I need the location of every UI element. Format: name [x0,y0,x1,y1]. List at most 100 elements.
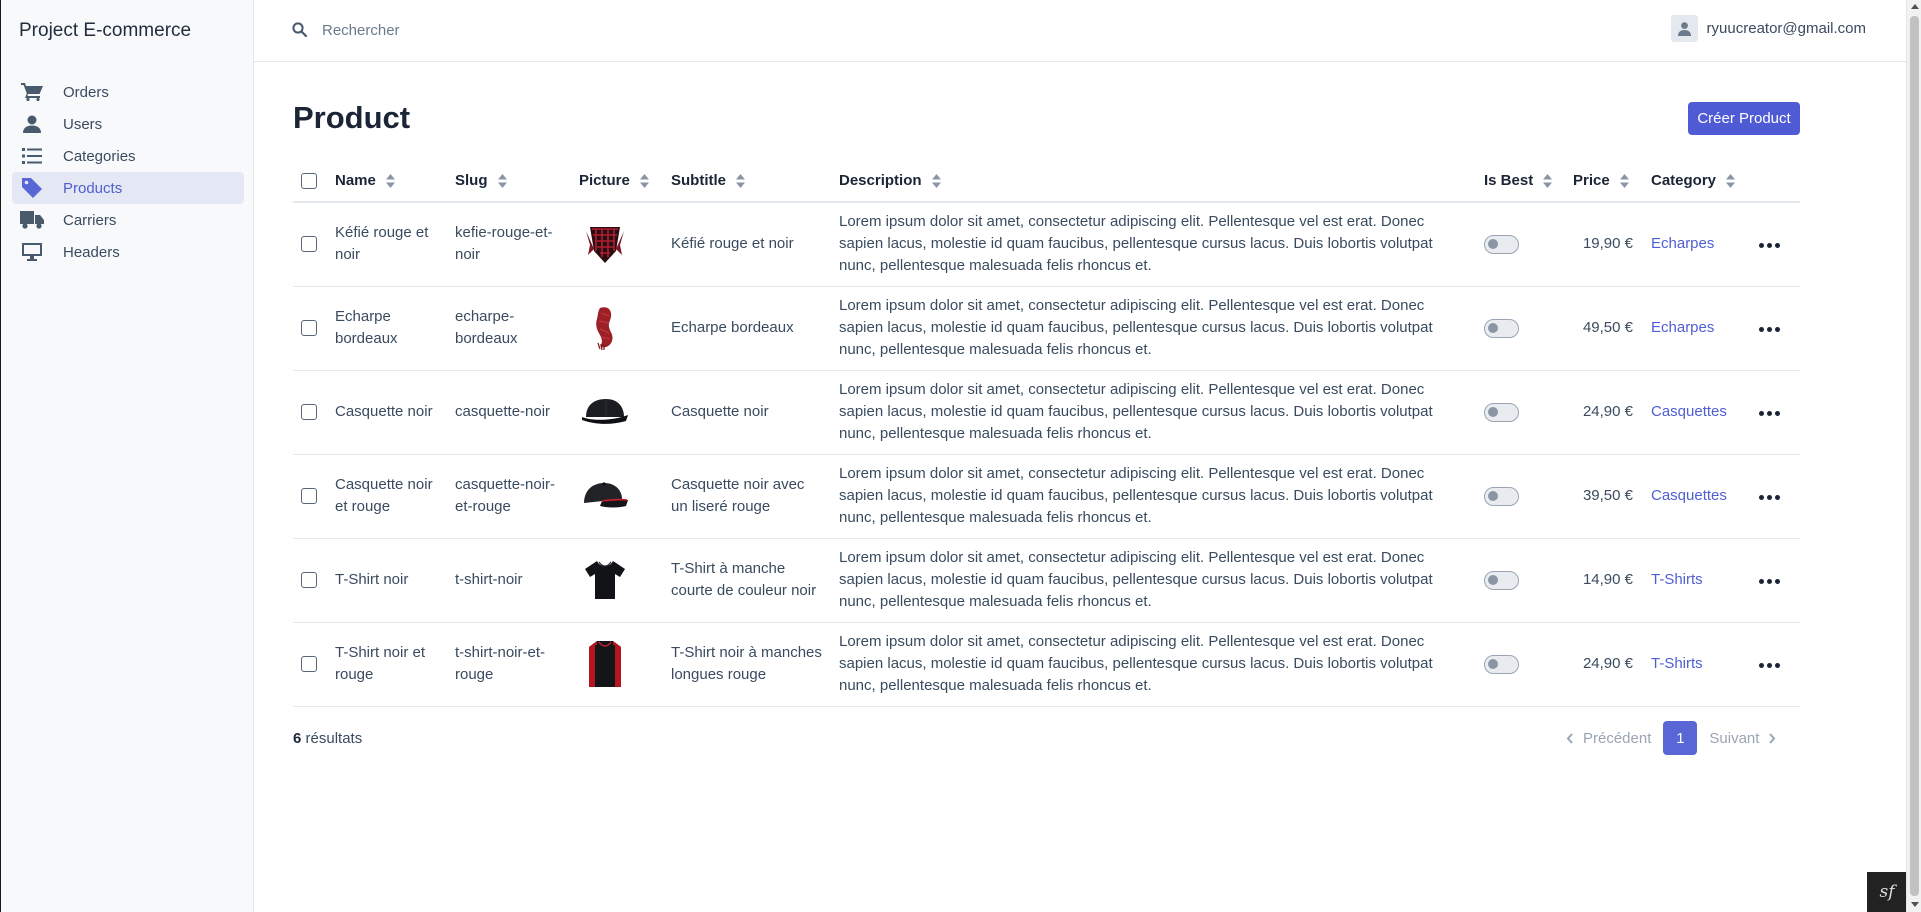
product-description: Lorem ipsum dolor sit amet, consectetur … [839,297,1433,358]
sidebar-item-orders[interactable]: Orders [12,76,244,108]
product-slug: casquette-noir [455,403,551,420]
is-best-toggle[interactable] [1484,570,1519,590]
row-checkbox[interactable] [301,320,317,337]
keffiyeh-image[interactable] [579,218,631,270]
product-name: Echarpe bordeaux [335,308,398,347]
sidebar-item-label: Headers [63,243,120,261]
search-icon [292,22,308,42]
product-price: 39,50 € [1582,487,1633,504]
product-slug: echarpe-bordeaux [455,308,518,347]
sort-icon [497,174,507,189]
product-name: Kéfié rouge et noir [335,224,429,264]
column-header-category[interactable]: Category [1651,160,1759,203]
sort-icon [1619,174,1629,189]
cap-black-image[interactable] [579,386,631,438]
table-row: T-Shirt noir t-shirt-noir T-Shirt à manc… [293,538,1800,623]
sidebar-item-categories[interactable]: Categories [12,140,244,172]
scarf-image[interactable] [579,302,631,354]
row-actions-button[interactable] [1759,327,1780,332]
product-price: 14,90 € [1582,571,1633,588]
scroll-up-arrow-icon[interactable] [1911,4,1919,9]
row-actions-button[interactable] [1759,243,1780,249]
product-subtitle: T-Shirt noir à manches longues rouge [671,644,822,683]
app-title[interactable]: Project E-commerce [19,20,191,42]
product-name: Casquette noir et rouge [335,476,433,515]
row-actions-button[interactable] [1759,663,1780,668]
page-title: Product [293,100,411,135]
sidebar-item-headers[interactable]: Headers [12,236,244,268]
previous-page-button[interactable]: Précédent [1566,730,1651,747]
table-row: Casquette noir et rouge casquette-noir-e… [293,454,1800,539]
row-checkbox[interactable] [301,572,317,589]
product-price: 24,90 € [1582,403,1633,420]
search-input[interactable] [320,16,720,44]
row-checkbox[interactable] [301,404,317,421]
row-actions-button[interactable] [1759,579,1780,584]
product-category-link[interactable]: Echarpes [1651,235,1714,252]
scroll-down-arrow-icon[interactable] [1911,902,1919,907]
product-subtitle: T-Shirt à manche courte de couleur noir [671,560,817,599]
row-actions-button[interactable] [1759,411,1780,416]
product-category-link[interactable]: T-Shirts [1651,655,1703,672]
create-product-button[interactable]: Créer Product [1688,102,1800,135]
longsleeve-black-red-image[interactable] [579,638,631,690]
avatar[interactable] [1670,15,1698,42]
page-button-current[interactable]: 1 [1663,721,1698,755]
product-category-link[interactable]: Casquettes [1651,487,1727,504]
is-best-toggle[interactable] [1484,486,1519,506]
product-slug: casquette-noir-et-rouge [455,476,556,515]
sidebar-item-products[interactable]: Products [12,172,244,204]
is-best-toggle[interactable] [1484,234,1519,254]
sidebar-item-label: Categories [63,147,136,165]
select-all-checkbox[interactable] [301,173,317,190]
column-header-price[interactable]: Price [1573,160,1651,203]
next-page-button[interactable]: Suivant [1709,730,1776,747]
product-name: T-Shirt noir [335,571,409,588]
column-header-slug[interactable]: Slug [455,160,579,203]
is-best-toggle[interactable] [1484,318,1519,338]
is-best-toggle[interactable] [1484,654,1519,674]
product-price: 49,50 € [1582,319,1633,336]
table-row: Kéfié rouge et noir kefie-rouge-et-noir … [293,202,1800,287]
sidebar-item-users[interactable]: Users [12,108,244,140]
sort-icon [639,174,649,189]
product-description: Lorem ipsum dolor sit amet, consectetur … [839,633,1433,694]
product-subtitle: Echarpe bordeaux [671,319,794,336]
column-header-subtitle[interactable]: Subtitle [671,160,839,203]
symfony-toolbar-icon[interactable]: sf [1867,872,1907,912]
user-menu[interactable]: ryuucreator@gmail.com [1670,15,1866,42]
product-slug: t-shirt-noir [455,571,523,588]
row-checkbox[interactable] [301,488,317,505]
product-slug: kefie-rouge-et-noir [455,224,553,264]
cap-black-red-image[interactable] [579,470,631,522]
product-category-link[interactable]: Echarpes [1651,319,1714,336]
product-subtitle: Kéfié rouge et noir [671,235,794,253]
sidebar-item-label: Orders [63,83,109,101]
pagination: Précédent 1 Suivant [1566,721,1776,755]
user-email[interactable]: ryuucreator@gmail.com [1707,20,1866,37]
product-price: 19,90 € [1582,235,1633,253]
column-header-description[interactable]: Description [839,160,1484,203]
list-icon [20,146,44,166]
tshirt-black-image[interactable] [579,554,631,606]
column-header-name[interactable]: Name [335,160,455,203]
is-best-toggle[interactable] [1484,402,1519,422]
column-header-picture[interactable]: Picture [579,160,671,203]
sort-icon [736,174,745,189]
column-header-is-best[interactable]: Is Best [1484,160,1573,203]
table-header-row: Name Slug Picture Subtitle Description I… [293,160,1800,203]
scrollbar-thumb[interactable] [1910,16,1919,896]
row-actions-button[interactable] [1759,495,1780,500]
sidebar-item-label: Carriers [63,211,117,229]
product-name: Casquette noir [335,403,433,420]
product-category-link[interactable]: Casquettes [1651,403,1727,420]
cart-icon [20,82,44,102]
row-checkbox[interactable] [301,656,317,673]
chevron-right-icon [1769,732,1776,744]
row-checkbox[interactable] [301,236,317,253]
vertical-scrollbar[interactable] [1906,0,1921,912]
user-icon [20,114,44,134]
product-category-link[interactable]: T-Shirts [1651,571,1703,588]
sidebar-item-carriers[interactable]: Carriers [12,204,244,236]
sidebar-item-label: Products [63,179,123,197]
